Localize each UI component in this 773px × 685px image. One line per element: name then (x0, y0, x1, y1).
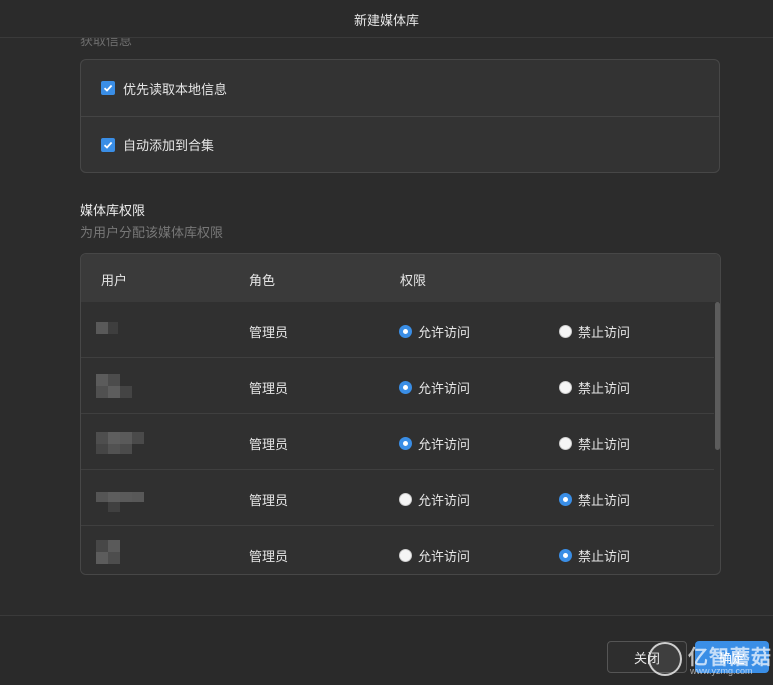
table-scrollbar[interactable] (714, 302, 720, 574)
user-name-blurred (96, 428, 146, 458)
dialog-content[interactable]: 获取信息 优先读取本地信息 自动添加到合集 媒体库权限 为用户分配该媒体库权限 … (0, 38, 773, 615)
radio-label: 允许访问 (418, 381, 471, 396)
allow-access-radio[interactable]: 允许访问 (399, 490, 470, 509)
role-cell: 管理员 (249, 493, 289, 508)
radio-deny-icon[interactable] (559, 437, 572, 450)
radio-label: 允许访问 (418, 437, 471, 452)
deny-access-radio[interactable]: 禁止访问 (559, 434, 630, 453)
radio-label: 允许访问 (418, 325, 471, 340)
radio-allow-icon[interactable] (399, 549, 412, 562)
section-heading-partial: 获取信息 (80, 38, 133, 48)
option-prefer-local[interactable]: 优先读取本地信息 (81, 60, 719, 116)
column-user: 用户 (101, 273, 128, 288)
user-name-blurred (96, 372, 146, 402)
permissions-subtitle: 为用户分配该媒体库权限 (80, 225, 224, 240)
role-cell: 管理员 (249, 549, 289, 564)
dialog-footer: 关闭 确定 (0, 615, 773, 685)
checkbox-checked-icon[interactable] (101, 81, 115, 95)
allow-access-radio[interactable]: 允许访问 (399, 434, 470, 453)
confirm-button[interactable]: 确定 (695, 641, 769, 673)
table-row: 管理员 允许访问 禁止访问 (81, 302, 714, 358)
radio-label: 禁止访问 (578, 325, 631, 340)
option-label: 自动添加到合集 (123, 138, 215, 153)
dialog-titlebar: 新建媒体库 (0, 0, 773, 38)
table-row: 管理员 允许访问 禁止访问 (81, 526, 714, 574)
allow-access-radio[interactable]: 允许访问 (399, 546, 470, 565)
radio-label: 禁止访问 (578, 381, 631, 396)
options-card: 优先读取本地信息 自动添加到合集 (80, 59, 720, 173)
permissions-table: 用户 角色 权限 管理员 允许访问 禁止访问 管理员 允许访问 禁止访问 管理员… (80, 253, 721, 575)
radio-allow-icon[interactable] (399, 437, 412, 450)
deny-access-radio[interactable]: 禁止访问 (559, 490, 630, 509)
radio-label: 允许访问 (418, 549, 471, 564)
radio-label: 禁止访问 (578, 493, 631, 508)
column-permission: 权限 (400, 273, 427, 288)
radio-deny-icon[interactable] (559, 549, 572, 562)
deny-access-radio[interactable]: 禁止访问 (559, 546, 630, 565)
deny-access-radio[interactable]: 禁止访问 (559, 378, 630, 397)
checkbox-checked-icon[interactable] (101, 137, 115, 152)
role-cell: 管理员 (249, 381, 289, 396)
user-name-blurred (96, 316, 146, 346)
radio-label: 禁止访问 (578, 549, 631, 564)
deny-access-radio[interactable]: 禁止访问 (559, 322, 630, 341)
allow-access-radio[interactable]: 允许访问 (399, 378, 470, 397)
scrollbar-thumb[interactable] (715, 302, 720, 450)
permissions-title: 媒体库权限 (80, 203, 146, 218)
option-auto-collection[interactable]: 自动添加到合集 (81, 116, 719, 172)
radio-label: 禁止访问 (578, 437, 631, 452)
radio-allow-icon[interactable] (399, 325, 412, 338)
dialog-title: 新建媒体库 (353, 13, 419, 28)
user-name-blurred (96, 484, 146, 514)
table-body[interactable]: 管理员 允许访问 禁止访问 管理员 允许访问 禁止访问 管理员 允许访问 禁止访… (81, 302, 714, 574)
column-role: 角色 (249, 273, 276, 288)
role-cell: 管理员 (249, 437, 289, 452)
table-row: 管理员 允许访问 禁止访问 (81, 358, 714, 414)
role-cell: 管理员 (249, 325, 289, 340)
table-header: 用户 角色 权限 (81, 254, 720, 302)
radio-allow-icon[interactable] (399, 493, 412, 506)
option-label: 优先读取本地信息 (123, 81, 228, 97)
user-name-blurred (96, 540, 146, 570)
table-row: 管理员 允许访问 禁止访问 (81, 414, 714, 470)
allow-access-radio[interactable]: 允许访问 (399, 322, 470, 341)
table-row: 管理员 允许访问 禁止访问 (81, 470, 714, 526)
radio-allow-icon[interactable] (399, 381, 412, 394)
radio-label: 允许访问 (418, 493, 471, 508)
close-button[interactable]: 关闭 (607, 641, 687, 673)
radio-deny-icon[interactable] (559, 325, 572, 338)
radio-deny-icon[interactable] (559, 493, 572, 506)
radio-deny-icon[interactable] (559, 381, 572, 394)
